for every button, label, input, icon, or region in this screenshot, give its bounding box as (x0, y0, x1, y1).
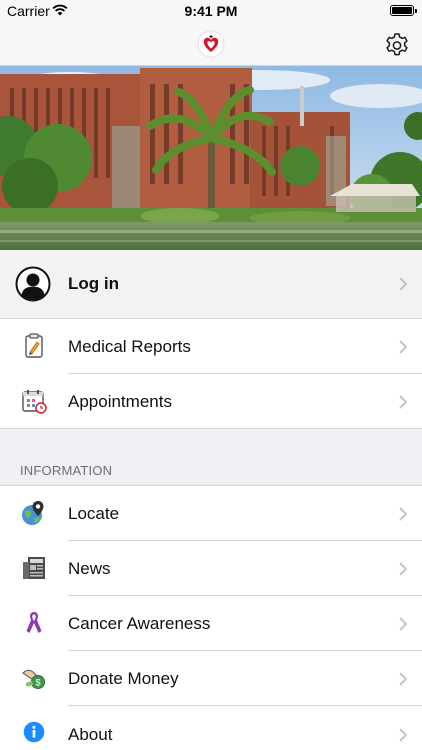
chevron-right-icon (399, 728, 408, 742)
donate-money-row[interactable]: $ Donate Money (0, 651, 422, 706)
awareness-ribbon-icon (26, 612, 42, 633)
locate-label: Locate (68, 504, 120, 523)
user-avatar-icon (15, 266, 51, 302)
medical-report-icon (25, 333, 43, 358)
cancer-awareness-label: Cancer Awareness (68, 614, 211, 633)
chevron-right-icon (399, 617, 408, 631)
news-label: News (68, 559, 111, 578)
chevron-right-icon (399, 672, 408, 686)
chevron-right-icon (399, 340, 408, 354)
globe-location-icon (22, 501, 44, 525)
svg-text:$: $ (35, 678, 40, 688)
status-time: 9:41 PM (184, 3, 238, 19)
info-icon (23, 721, 45, 743)
newspaper-icon (23, 557, 45, 579)
locate-row[interactable]: Locate (0, 486, 422, 541)
appointments-label: Appointments (68, 392, 172, 411)
chevron-right-icon (399, 562, 408, 576)
appointment-calendar-icon (22, 390, 47, 414)
status-bar: Carrier 9:41 PM (0, 0, 422, 22)
medical-reports-label: Medical Reports (68, 337, 191, 356)
login-row[interactable]: Log in (0, 250, 422, 318)
cancer-awareness-row[interactable]: Cancer Awareness (0, 596, 422, 651)
hospital-logo-icon (197, 30, 225, 58)
chevron-right-icon (399, 277, 408, 291)
battery-icon (390, 5, 417, 16)
hero-campus-photo (0, 66, 422, 250)
login-label: Log in (68, 274, 119, 293)
about-label: About (68, 725, 113, 744)
chevron-right-icon (399, 395, 408, 409)
donate-money-icon: $ (22, 669, 45, 689)
divider (0, 428, 422, 429)
chevron-right-icon (399, 507, 408, 521)
navigation-bar (0, 22, 422, 66)
donate-money-label: Donate Money (68, 669, 179, 688)
information-section-header: INFORMATION (20, 463, 113, 478)
gear-icon[interactable] (382, 29, 412, 59)
about-row[interactable]: About (0, 706, 422, 750)
medical-reports-row[interactable]: Medical Reports (0, 319, 422, 374)
news-row[interactable]: News (0, 541, 422, 596)
appointments-row[interactable]: Appointments (0, 374, 422, 428)
